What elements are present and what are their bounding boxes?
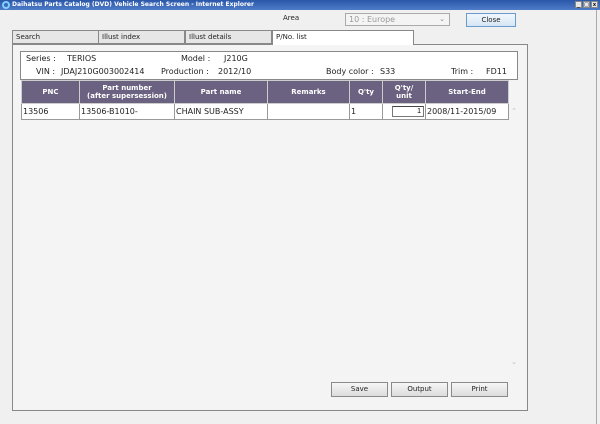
- vehicle-info-box: Series : TERIOS Model : J210G VIN : JDAJ…: [20, 51, 518, 80]
- tab-pno-list[interactable]: P/No. list: [272, 30, 414, 45]
- vin-label: VIN :: [36, 67, 56, 76]
- cell-part-number: 13506-B1010-: [79, 103, 175, 120]
- chevron-down-icon: ⌄: [439, 15, 445, 23]
- tab-illust-index[interactable]: Illust index: [98, 30, 185, 44]
- series-label: Series :: [26, 54, 56, 63]
- cell-part-name: CHAIN SUB-ASSY: [174, 103, 268, 120]
- ie-logo-icon: [2, 1, 10, 9]
- table-row[interactable]: 13506 13506-B1010- CHAIN SUB-ASSY 1 2008…: [21, 103, 509, 120]
- close-button[interactable]: Close: [466, 13, 516, 27]
- area-label: Area: [283, 14, 300, 22]
- col-qty-unit: Q'ty/ unit: [382, 80, 426, 104]
- minimize-button[interactable]: _: [575, 1, 582, 8]
- parts-table: PNC Part number (after supersession) Par…: [21, 80, 509, 120]
- tab-illust-details[interactable]: Illust details: [185, 30, 272, 44]
- col-pnc: PNC: [21, 80, 80, 104]
- tab-search[interactable]: Search: [12, 30, 99, 44]
- cell-remarks: [267, 103, 350, 120]
- vin-value: JDAJ210G003002414: [61, 67, 145, 76]
- col-remarks: Remarks: [267, 80, 350, 104]
- production-value: 2012/10: [218, 67, 252, 76]
- title-bar: Daihatsu Parts Catalog (DVD) Vehicle Sea…: [0, 0, 600, 10]
- body-color-value: S33: [380, 67, 396, 76]
- trim-label: Trim :: [451, 67, 474, 76]
- cell-start-end: 2008/11-2015/09: [425, 103, 509, 120]
- trim-value: FD11: [486, 67, 507, 76]
- output-button[interactable]: Output: [391, 382, 448, 397]
- area-selected: 10 : Europe: [349, 15, 396, 24]
- window-title: Daihatsu Parts Catalog (DVD) Vehicle Sea…: [12, 1, 254, 8]
- body-color-label: Body color :: [326, 67, 374, 76]
- model-label: Model :: [181, 54, 211, 63]
- scroll-down-icon[interactable]: ⌄: [509, 358, 519, 366]
- production-label: Production :: [161, 67, 209, 76]
- model-value: J210G: [224, 54, 248, 63]
- col-start-end: Start-End: [425, 80, 509, 104]
- cell-qty-unit: [382, 103, 426, 120]
- scroll-up-icon[interactable]: ⌃: [509, 107, 519, 115]
- col-part-number: Part number (after supersession): [79, 80, 175, 104]
- cell-pnc: 13506: [21, 103, 80, 120]
- area-select[interactable]: 10 : Europe ⌄: [345, 13, 450, 26]
- table-header-row: PNC Part number (after supersession) Par…: [21, 80, 509, 104]
- col-qty: Q'ty: [349, 80, 383, 104]
- maximize-button[interactable]: □: [583, 1, 590, 8]
- series-value: TERIOS: [67, 54, 97, 63]
- window-border: [596, 10, 597, 424]
- qty-unit-input[interactable]: [392, 106, 424, 117]
- close-window-button[interactable]: x: [591, 1, 598, 8]
- print-button[interactable]: Print: [451, 382, 508, 397]
- save-button[interactable]: Save: [331, 382, 388, 397]
- col-part-name: Part name: [174, 80, 268, 104]
- cell-qty: 1: [349, 103, 383, 120]
